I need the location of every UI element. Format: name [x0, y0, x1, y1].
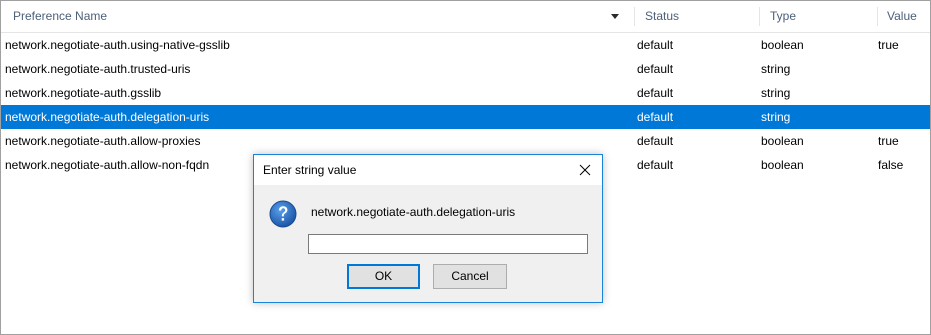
column-header-label: Value	[887, 9, 917, 23]
column-header: Preference Name Status Type Value	[1, 1, 930, 33]
table-row[interactable]: network.negotiate-auth.gsslib default st…	[1, 81, 930, 105]
preference-value	[878, 105, 928, 129]
preference-name: network.negotiate-auth.allow-proxies	[5, 134, 201, 148]
preference-value	[878, 81, 928, 105]
preference-status: default	[637, 110, 674, 124]
dialog-close-button[interactable]	[568, 155, 602, 185]
preference-name: network.negotiate-auth.trusted-uris	[5, 62, 191, 76]
preference-status: default	[637, 86, 674, 100]
preference-type: string	[761, 110, 791, 124]
dialog-title-bar[interactable]: Enter string value	[254, 155, 602, 185]
preference-status: default	[637, 38, 674, 52]
column-header-label: Status	[645, 9, 680, 23]
preference-name: network.negotiate-auth.delegation-uris	[5, 110, 210, 124]
preference-type: string	[761, 86, 791, 100]
preference-type: boolean	[761, 158, 804, 172]
column-header-preference-name[interactable]: Preference Name	[13, 1, 613, 32]
dialog-title: Enter string value	[263, 163, 357, 177]
column-header-status[interactable]: Status	[645, 1, 755, 32]
preference-type: boolean	[761, 38, 804, 52]
column-header-label: Type	[770, 9, 797, 23]
preference-status: default	[637, 134, 674, 148]
preference-value: false	[878, 158, 904, 172]
column-divider[interactable]	[634, 7, 635, 26]
table-row[interactable]: network.negotiate-auth.using-native-gssl…	[1, 33, 930, 57]
ok-button[interactable]: OK	[347, 264, 420, 289]
column-header-label: Preference Name	[13, 9, 108, 23]
string-value-input[interactable]	[308, 234, 588, 254]
preference-status: default	[637, 62, 674, 76]
table-row[interactable]: network.negotiate-auth.trusted-uris defa…	[1, 57, 930, 81]
preference-name: network.negotiate-auth.gsslib	[5, 86, 162, 100]
table-row-selected[interactable]: network.negotiate-auth.delegation-uris d…	[1, 105, 930, 129]
close-icon	[579, 164, 591, 176]
sort-descending-icon[interactable]	[611, 14, 619, 19]
question-icon	[269, 200, 297, 228]
cancel-button[interactable]: Cancel	[433, 264, 507, 289]
column-header-value[interactable]: Value	[887, 1, 929, 32]
preference-status: default	[637, 158, 674, 172]
preference-value	[878, 57, 928, 81]
preference-value: true	[878, 134, 899, 148]
preference-type: boolean	[761, 134, 804, 148]
table-row[interactable]: network.negotiate-auth.allow-proxies def…	[1, 129, 930, 153]
preference-name: network.negotiate-auth.using-native-gssl…	[5, 38, 230, 52]
dialog-message: network.negotiate-auth.delegation-uris	[311, 205, 516, 219]
enter-string-value-dialog: Enter string value network.negotiate-aut…	[253, 154, 603, 303]
preference-value: true	[878, 38, 899, 52]
preference-type: string	[761, 62, 791, 76]
column-divider[interactable]	[877, 7, 878, 26]
column-header-type[interactable]: Type	[770, 1, 870, 32]
column-divider[interactable]	[759, 7, 760, 26]
